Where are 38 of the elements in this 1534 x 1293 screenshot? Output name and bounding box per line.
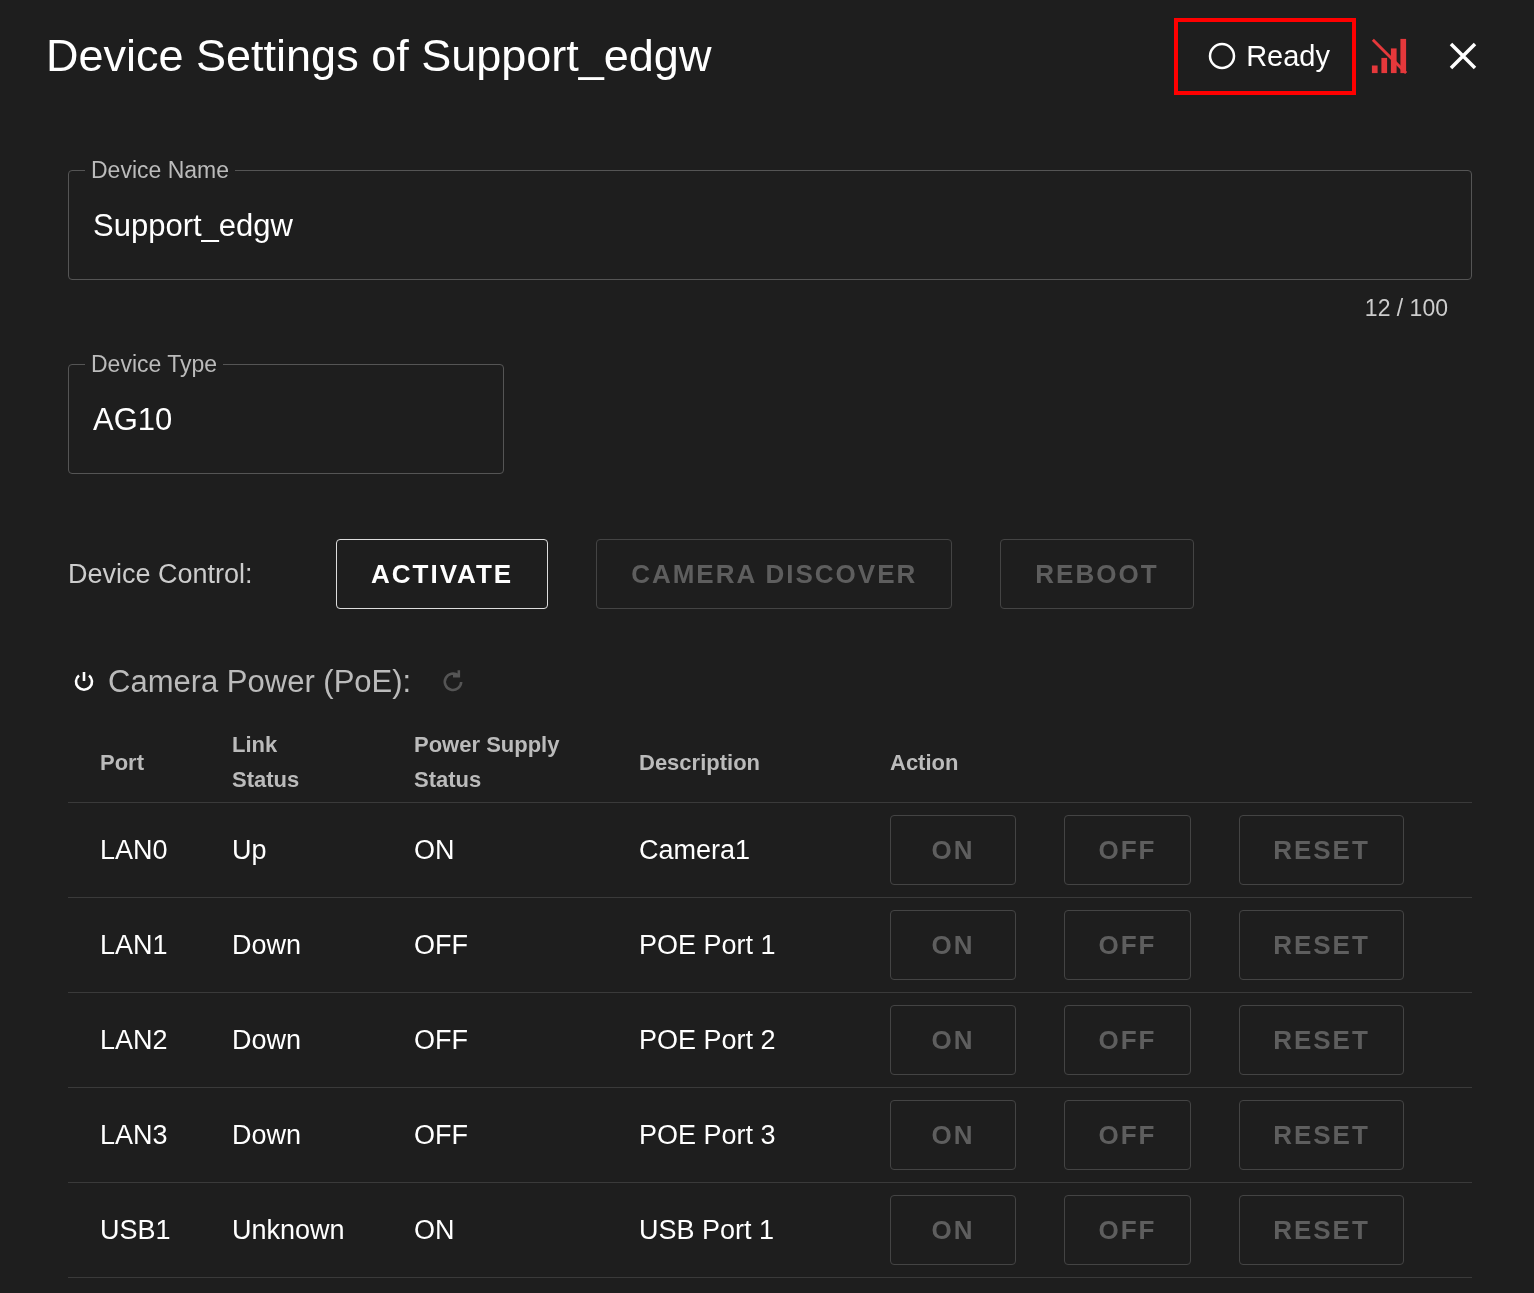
table-cell: OFF [414,1119,468,1150]
table-cell: USB Port 1 [639,1214,775,1245]
column-header: Description [639,749,761,775]
column-header: Power Supply Status [414,732,560,792]
table-cell: ON [414,1214,455,1245]
column-header: Action [890,749,959,775]
table-cell: Down [232,1024,302,1055]
section-title: Camera Power (PoE): [108,664,412,700]
field-label: Device Type [90,350,219,378]
table-cell: Down [232,1119,302,1150]
table-cell: POE Port 3 [639,1119,776,1150]
table-cell: POE Port 2 [639,1024,776,1055]
table-cell: LAN0 [100,834,168,865]
circle-icon [1208,42,1237,70]
table-cell: OFF [414,1024,468,1055]
close-icon[interactable] [1448,41,1478,71]
character-counter: 12 / 100 [1363,295,1449,322]
table-cell: LAN1 [100,929,168,960]
table-cell: Unknown [232,1214,345,1245]
column-header: Link Status [232,732,300,792]
field-value: Support_edgw [93,207,294,244]
device-control-label: Device Control: [68,558,254,590]
status-label: Ready [1246,39,1330,73]
dialog-title: Device Settings of Support_edgw [46,30,712,82]
field-value: AG10 [93,401,174,438]
table-cell: LAN3 [100,1119,168,1150]
table-cell: OFF [414,929,468,960]
field-label: Device Name [90,156,231,184]
table-cell: Camera1 [639,834,751,865]
table-cell: ON [414,834,455,865]
table-cell: Up [232,834,267,865]
device-control-button[interactable]: ACTIVATE [336,539,549,609]
column-header: Port [100,749,144,775]
table-cell: POE Port 1 [639,929,776,960]
table-cell: LAN2 [100,1024,168,1055]
power-icon [72,670,96,694]
table-cell: USB1 [100,1214,171,1245]
table-cell: Down [232,929,302,960]
